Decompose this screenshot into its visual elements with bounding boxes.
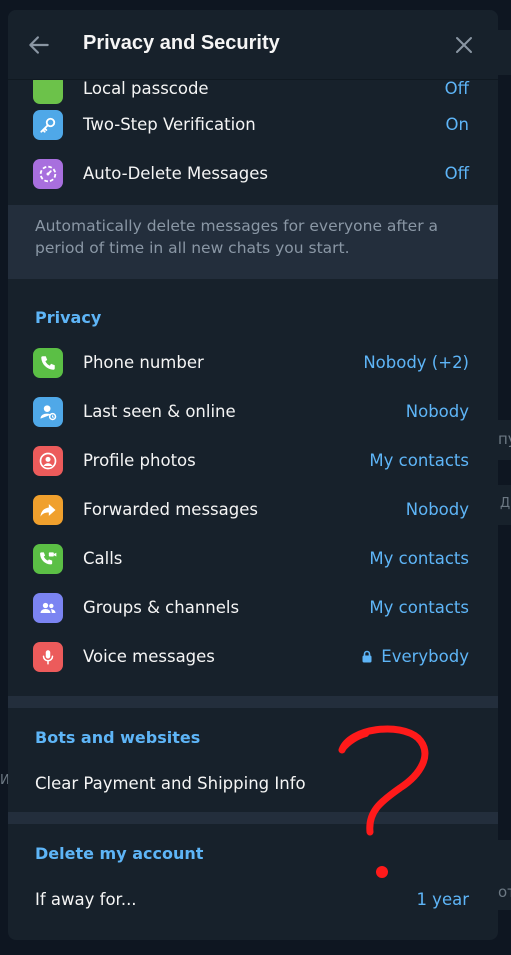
- row-value: My contacts: [369, 549, 469, 568]
- privacy-row-last-seen[interactable]: Last seen & online Nobody: [8, 387, 498, 436]
- row-value: Everybody: [381, 647, 469, 666]
- row-label: Auto-Delete Messages: [83, 164, 268, 183]
- row-label: Profile photos: [83, 451, 196, 470]
- row-value: Off: [444, 79, 469, 98]
- row-label: Local passcode: [83, 79, 209, 98]
- auto-delete-row[interactable]: Auto-Delete Messages Off: [8, 149, 498, 198]
- background-text: пу: [498, 430, 511, 448]
- section-divider: [8, 696, 498, 708]
- panel-header: Privacy and Security: [8, 10, 498, 80]
- question-mark-annotation: [338, 725, 429, 878]
- auto-delete-note: Automatically delete messages for everyo…: [8, 205, 498, 279]
- background-strip: [498, 30, 511, 75]
- privacy-row-voice[interactable]: Voice messages Everybody: [8, 632, 498, 681]
- row-value: Off: [444, 164, 469, 183]
- row-value: Nobody (+2): [363, 353, 469, 372]
- privacy-row-forwarded[interactable]: Forwarded messages Nobody: [8, 485, 498, 534]
- row-label: Calls: [83, 549, 123, 568]
- row-label: Forwarded messages: [83, 500, 258, 519]
- row-value: On: [445, 115, 469, 134]
- row-label: Last seen & online: [83, 402, 236, 421]
- close-icon[interactable]: [452, 33, 476, 57]
- row-label: Voice messages: [83, 647, 215, 666]
- row-value: My contacts: [369, 598, 469, 617]
- phone-icon: [33, 347, 63, 378]
- row-label: Clear Payment and Shipping Info: [35, 774, 306, 793]
- row-value: My contacts: [369, 451, 469, 470]
- lock-icon: [362, 650, 372, 663]
- privacy-row-groups[interactable]: Groups & channels My contacts: [8, 583, 498, 632]
- row-label: Phone number: [83, 353, 204, 372]
- background-text: от: [498, 883, 511, 901]
- profile-icon: [33, 445, 63, 476]
- microphone-icon: [33, 641, 63, 672]
- background-text: Д: [500, 496, 511, 511]
- forward-icon: [33, 494, 63, 525]
- person-icon: [33, 396, 63, 427]
- privacy-row-phone[interactable]: Phone number Nobody (+2): [8, 338, 498, 387]
- row-value: 1 year: [416, 890, 469, 909]
- timer-icon: [33, 158, 63, 189]
- row-label: Two-Step Verification: [83, 115, 256, 134]
- row-value: Nobody: [405, 402, 469, 421]
- back-arrow-icon[interactable]: [26, 32, 52, 58]
- page-title: Privacy and Security: [83, 32, 280, 54]
- privacy-row-profile-photos[interactable]: Profile photos My contacts: [8, 436, 498, 485]
- group-icon: [33, 592, 63, 623]
- two-step-verification-row[interactable]: Two-Step Verification On: [8, 100, 498, 149]
- row-value: Nobody: [405, 500, 469, 519]
- delete-account-section-title: Delete my account: [35, 844, 204, 863]
- row-label: If away for...: [35, 890, 137, 909]
- key-icon: [33, 109, 63, 140]
- video-call-icon: [33, 543, 63, 574]
- privacy-row-calls[interactable]: Calls My contacts: [8, 534, 498, 583]
- privacy-section-title: Privacy: [35, 308, 102, 327]
- bots-section-title: Bots and websites: [35, 728, 201, 747]
- row-value-locked: Everybody: [361, 647, 469, 666]
- row-label: Groups & channels: [83, 598, 240, 617]
